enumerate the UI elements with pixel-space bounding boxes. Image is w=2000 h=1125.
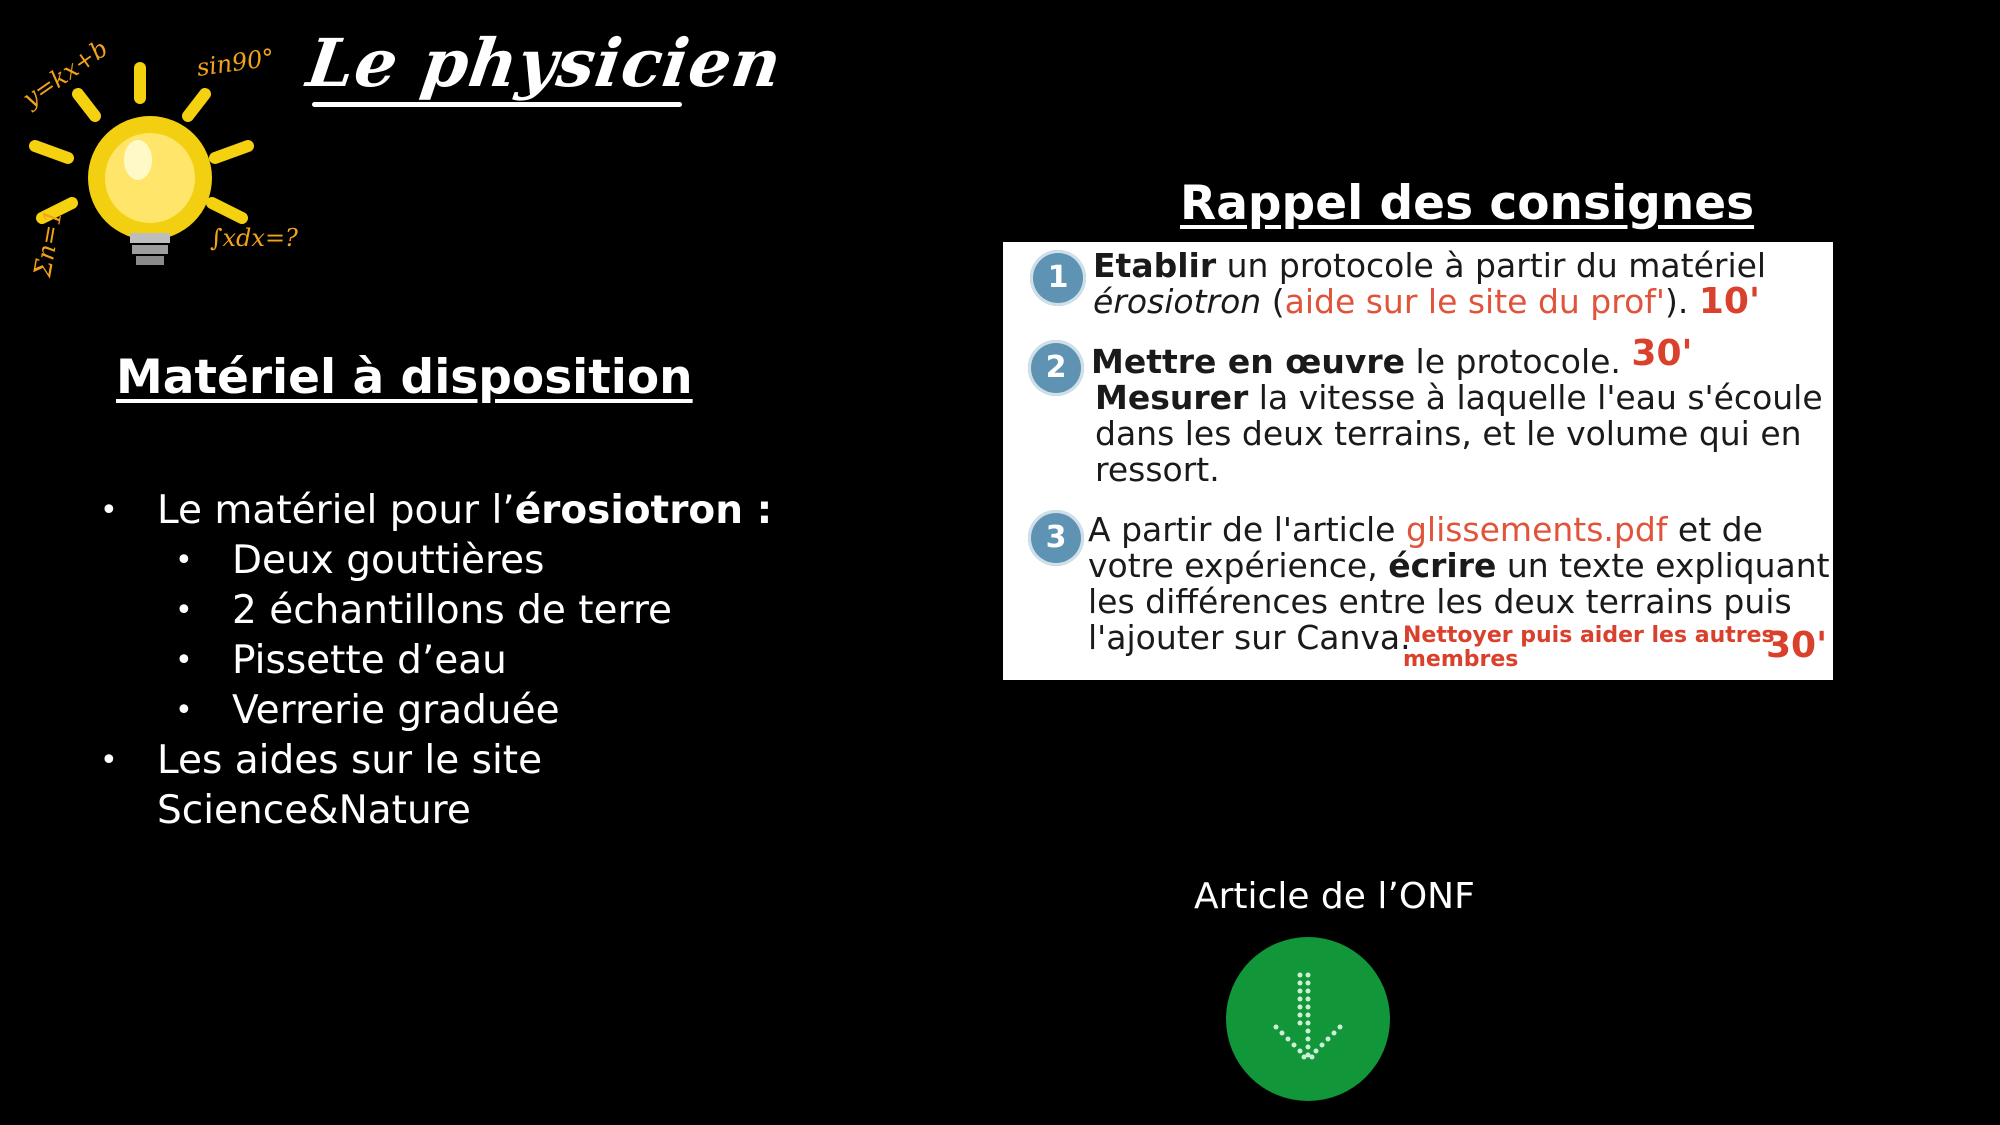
step-1-text: Etablir un protocole à partir du matérie… <box>1093 248 1766 320</box>
brand-title: Le physicien <box>302 24 787 102</box>
step-bold: Mettre en œuvre <box>1091 342 1406 381</box>
item-text: Science&Nature <box>157 788 471 833</box>
item-text: 2 échantillons de terre <box>232 588 673 633</box>
glissements-pdf-link[interactable]: glissements.pdf <box>1406 510 1667 549</box>
step-number-badge: 2 <box>1028 340 1084 396</box>
step-text: A partir de l'article <box>1088 510 1406 549</box>
duration-badge: 30' <box>1631 333 1693 374</box>
sub-list-item: • Deux gouttières <box>100 536 772 586</box>
step-text: l'ajouter sur Canva. <box>1088 618 1411 657</box>
bullet: • <box>175 643 193 678</box>
sub-list-item: • 2 échantillons de terre <box>100 586 772 636</box>
bullet: • <box>175 593 193 628</box>
brand-underline <box>312 102 682 107</box>
cleanup-note: Nettoyer puis aider les autres membres <box>1403 624 1775 672</box>
list-item: • Le matériel pour l’érosiotron : <box>100 486 772 536</box>
svg-text:sin90°: sin90° <box>195 43 276 82</box>
item-text: Les aides sur le site <box>157 738 543 783</box>
note-text: Nettoyer puis aider les autres <box>1403 623 1775 648</box>
note-text: membres <box>1403 647 1519 672</box>
step-text: la vitesse à laquelle l'eau s'écoule <box>1248 378 1823 417</box>
consignes-title: Rappel des consignes <box>1180 176 1755 231</box>
bullet: • <box>100 743 118 778</box>
step-text: ressort. <box>1095 450 1220 489</box>
step-bold: écrire <box>1388 546 1497 585</box>
materiel-list: • Le matériel pour l’érosiotron : • Deux … <box>100 486 772 836</box>
prof-site-link[interactable]: aide sur le site du prof' <box>1285 282 1665 321</box>
step-text: un protocole à partir du matériel <box>1216 246 1767 285</box>
svg-text:y=kx+b: y=kx+b <box>17 34 114 113</box>
item-text: Pissette d’eau <box>232 638 507 683</box>
item-text: Le matériel pour l’ <box>157 488 515 533</box>
consignes-card: 1 Etablir un protocole à partir du matér… <box>1003 242 1833 680</box>
list-item: • Les aides sur le site Science&Nature <box>100 736 772 836</box>
step-text: ). <box>1664 282 1699 321</box>
materiel-title: Matériel à disposition <box>116 350 693 405</box>
bullet: • <box>175 693 193 728</box>
article-label: Article de l’ONF <box>1194 876 1475 917</box>
item-text: Deux gouttières <box>232 538 545 583</box>
step-number-badge: 3 <box>1028 510 1084 566</box>
step-number-badge: 1 <box>1030 250 1086 306</box>
download-arrow-icon <box>1273 972 1343 1060</box>
step-2-text: Mettre en œuvre le protocole. 30' Mesure… <box>1091 336 1823 489</box>
step-italic: érosiotron <box>1093 282 1262 321</box>
sub-list-item: • Pissette d’eau <box>100 636 772 686</box>
item-bold-text: érosiotron : <box>514 488 773 533</box>
bullet: • <box>100 493 118 528</box>
duration-badge: 30' <box>1766 625 1828 666</box>
duration-badge: 10' <box>1698 281 1760 322</box>
step-text: le protocole. <box>1405 342 1632 381</box>
step-text: les différences entre les deux terrains … <box>1088 582 1792 621</box>
svg-text:Σn=1: Σn=1 <box>28 207 68 280</box>
item-text: Verrerie graduée <box>232 688 560 733</box>
step-text: votre expérience, <box>1088 546 1389 585</box>
step-text: dans les deux terrains, et le volume qui… <box>1095 414 1802 453</box>
step-bold: Mesurer <box>1095 378 1249 417</box>
step-text: et de <box>1667 510 1763 549</box>
download-article-button[interactable] <box>1226 937 1390 1101</box>
step-text: un texte expliquant <box>1496 546 1830 585</box>
lightbulb-logo: y=kx+b sin90° ∫xdx=? Σn=1 <box>17 34 298 280</box>
bullet: • <box>175 543 193 578</box>
step-text: ( <box>1261 282 1285 321</box>
svg-text:∫xdx=?: ∫xdx=? <box>210 224 298 252</box>
sub-list-item: • Verrerie graduée <box>100 686 772 736</box>
step-bold: Etablir <box>1093 246 1217 285</box>
